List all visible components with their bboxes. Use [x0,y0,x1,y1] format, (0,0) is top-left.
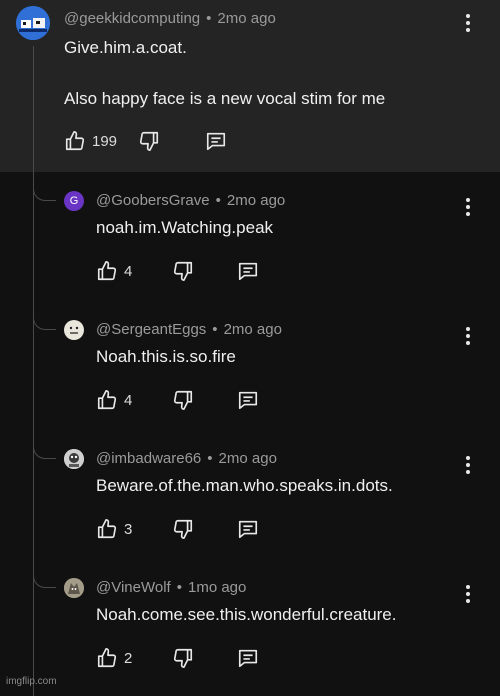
dislike-button[interactable] [172,260,194,282]
reply-author[interactable]: @VineWolf [96,579,171,596]
avatar[interactable] [64,578,84,598]
like-button[interactable]: 2 [96,647,132,669]
reply-author[interactable]: @SergeantEggs [96,321,206,338]
reply-time: 2mo ago [223,321,282,338]
thread-connector [33,569,56,588]
avatar-letter: G [69,195,79,207]
separator: • [206,10,212,27]
comment-actions: 199 [64,130,244,156]
watermark: imgflip.com [6,676,57,687]
reply-actions: 3 [96,518,266,544]
like-count: 4 [124,262,133,280]
thumbs-up-icon [97,390,117,410]
dislike-button[interactable] [172,518,194,540]
like-button[interactable]: 4 [96,389,132,411]
reply-meta: @GoobersGrave • 2mo ago [96,192,285,209]
more-vertical-icon[interactable] [458,456,478,480]
more-vertical-icon[interactable] [458,14,478,38]
more-vertical-icon[interactable] [458,327,478,351]
reply-time: 2mo ago [218,450,277,467]
thumbs-down-icon [173,519,193,539]
thread-line [33,46,34,696]
like-count: 3 [124,520,133,538]
like-button[interactable]: 4 [96,260,132,282]
comment-time: 2mo ago [217,10,276,27]
reply-icon [238,520,258,539]
reply-text: Noah.come.see.this.wonderful.creature. [96,605,397,624]
reply-button[interactable] [236,389,260,411]
like-count: 199 [92,132,118,150]
more-vertical-icon[interactable] [458,198,478,222]
thumbs-down-icon [139,131,159,151]
dislike-button[interactable] [172,647,194,669]
thumbs-up-icon [97,648,117,668]
reply-button[interactable] [236,647,260,669]
reply-icon [206,132,226,151]
separator: • [212,321,218,338]
dislike-button[interactable] [138,130,160,152]
separator: • [176,579,182,596]
comment-text-line2: Also happy face is a new vocal stim for … [64,89,386,108]
thumbs-up-icon [65,131,85,151]
thumbs-down-icon [173,390,193,410]
separator: • [207,450,213,467]
thumbs-up-icon [97,519,117,539]
reply-text: Beware.of.the.man.who.speaks.in.dots. [96,476,393,495]
reply-meta: @SergeantEggs • 2mo ago [96,321,282,338]
reply-author[interactable]: @GoobersGrave [96,192,210,209]
thumbs-down-icon [173,648,193,668]
comment-author[interactable]: @geekkidcomputing [64,10,200,27]
separator: • [215,192,221,209]
reply-button[interactable] [204,130,228,152]
avatar[interactable]: G [64,191,84,211]
thumbs-up-icon [97,261,117,281]
like-button[interactable]: 3 [96,518,132,540]
reply-icon [238,262,258,281]
avatar[interactable] [64,320,84,340]
like-count: 2 [124,649,133,667]
like-count: 4 [124,391,133,409]
reply-actions: 2 [96,647,266,673]
reply-time: 1mo ago [187,579,247,596]
like-button[interactable]: 199 [64,130,117,152]
reply-text: Noah.this.is.so.fire [96,347,236,366]
thread-connector [33,182,56,201]
reply-author[interactable]: @imbadware66 [96,450,201,467]
avatar[interactable] [16,6,50,40]
reply-button[interactable] [236,260,260,282]
reply-icon [238,391,258,410]
dislike-button[interactable] [172,389,194,411]
comment-meta: @geekkidcomputing • 2mo ago [64,10,276,27]
more-vertical-icon[interactable] [458,585,478,609]
reply-button[interactable] [236,518,260,540]
avatar[interactable] [64,449,84,469]
thread-connector [33,311,56,330]
reply-text: noah.im.Watching.peak [96,218,274,237]
comment-text-line1: Give.him.a.coat. [64,38,187,57]
reply-icon [238,649,258,668]
thumbs-down-icon [173,261,193,281]
reply-time: 2mo ago [226,192,286,209]
reply-actions: 4 [96,260,266,286]
reply-actions: 4 [96,389,266,415]
reply-meta: @imbadware66 • 2mo ago [96,450,277,467]
top-comment: @geekkidcomputing • 2mo ago Give.him.a.coa… [0,0,500,172]
reply-meta: @VineWolf • 1mo ago [96,579,246,596]
thread-connector [33,440,56,459]
